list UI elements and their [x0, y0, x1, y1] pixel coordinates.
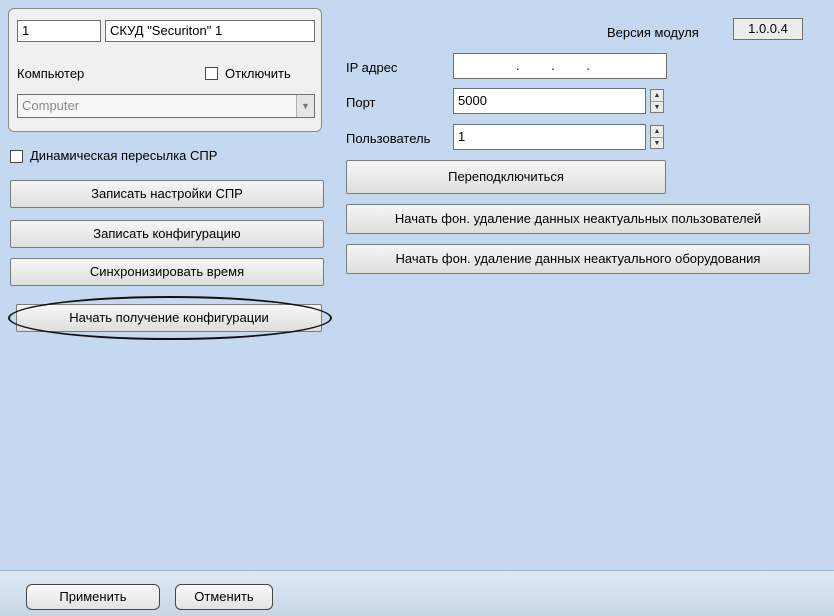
- sync-time-button[interactable]: Синхронизировать время: [10, 258, 324, 286]
- write-config-button[interactable]: Записать конфигурацию: [10, 220, 324, 248]
- port-spinner[interactable]: ▲ ▼: [650, 89, 664, 113]
- object-id-field[interactable]: 1: [17, 20, 101, 42]
- ip-field[interactable]: . . .: [453, 53, 667, 79]
- computer-label: Компьютер: [17, 66, 85, 81]
- delete-users-button[interactable]: Начать фон. удаление данных неактуальных…: [346, 204, 810, 234]
- chevron-down-icon[interactable]: ▼: [296, 95, 314, 117]
- reconnect-button[interactable]: Переподключиться: [346, 160, 666, 194]
- computer-select[interactable]: Computer ▼: [17, 94, 315, 118]
- object-group: 1 СКУД "Securiton" 1 Компьютер Отключить…: [8, 8, 322, 132]
- user-label: Пользователь: [346, 131, 431, 146]
- user-spinner[interactable]: ▲ ▼: [650, 125, 664, 149]
- write-settings-button[interactable]: Записать настройки СПР: [10, 180, 324, 208]
- dynamic-forward-checkbox[interactable]: [10, 150, 23, 163]
- delete-equipment-button[interactable]: Начать фон. удаление данных неактуальног…: [346, 244, 810, 274]
- port-label: Порт: [346, 95, 376, 110]
- spin-down-icon[interactable]: ▼: [651, 137, 663, 148]
- cancel-button[interactable]: Отменить: [175, 584, 273, 610]
- version-field: 1.0.0.4: [733, 18, 803, 40]
- highlight-ellipse: [8, 296, 332, 340]
- spin-down-icon[interactable]: ▼: [651, 101, 663, 112]
- spin-up-icon[interactable]: ▲: [651, 90, 663, 101]
- user-field[interactable]: 1: [453, 124, 646, 150]
- port-field[interactable]: 5000: [453, 88, 646, 114]
- apply-button[interactable]: Применить: [26, 584, 160, 610]
- disable-checkbox[interactable]: [205, 67, 218, 80]
- dynamic-forward-label: Динамическая пересылка СПР: [30, 148, 218, 163]
- object-name-field[interactable]: СКУД "Securiton" 1: [105, 20, 315, 42]
- spin-up-icon[interactable]: ▲: [651, 126, 663, 137]
- disable-label: Отключить: [225, 66, 291, 81]
- computer-select-value: Computer: [22, 98, 80, 113]
- version-label: Версия модуля: [607, 25, 699, 40]
- footer-bar: Применить Отменить: [0, 570, 834, 616]
- ip-label: IP адрес: [346, 60, 398, 75]
- settings-panel: 1 СКУД "Securiton" 1 Компьютер Отключить…: [0, 0, 834, 570]
